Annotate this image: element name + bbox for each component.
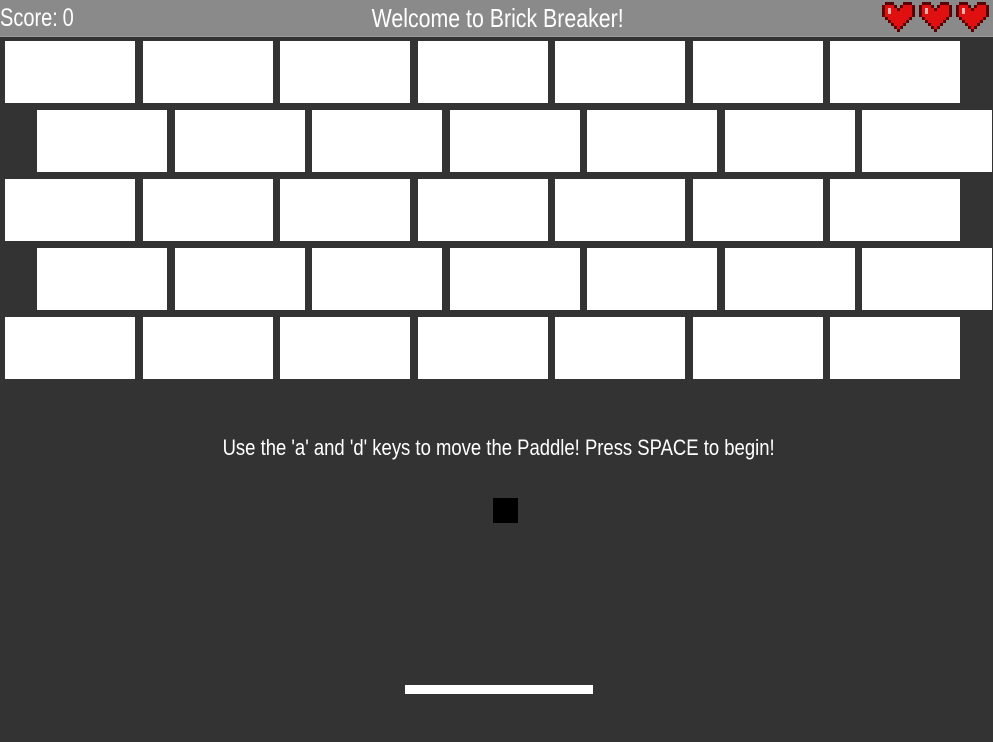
brick xyxy=(175,248,305,310)
brick xyxy=(693,41,823,103)
brick xyxy=(725,110,855,172)
brick xyxy=(5,41,135,103)
brick xyxy=(143,41,273,103)
brick xyxy=(830,317,960,379)
brick xyxy=(312,110,442,172)
brick xyxy=(555,317,685,379)
brick xyxy=(37,110,167,172)
brick xyxy=(450,110,580,172)
brick xyxy=(418,41,548,103)
brick xyxy=(418,179,548,241)
brick xyxy=(450,248,580,310)
brick xyxy=(418,317,548,379)
brick xyxy=(587,248,717,310)
brick xyxy=(725,248,855,310)
brick xyxy=(862,248,992,310)
instructions-text: Use the 'a' and 'd' keys to move the Pad… xyxy=(0,434,993,462)
brick xyxy=(830,179,960,241)
brick xyxy=(693,317,823,379)
brick xyxy=(830,41,960,103)
instructions-label: Use the 'a' and 'd' keys to move the Pad… xyxy=(222,435,776,460)
brick xyxy=(5,317,135,379)
ball xyxy=(493,498,518,523)
brick xyxy=(280,317,410,379)
game-canvas[interactable]: Score: 0 Welcome to Brick Breaker! Use th… xyxy=(0,0,993,742)
brick xyxy=(862,110,992,172)
brick xyxy=(37,248,167,310)
brick xyxy=(555,41,685,103)
brick xyxy=(175,110,305,172)
brick xyxy=(693,179,823,241)
brick xyxy=(143,179,273,241)
brick xyxy=(143,317,273,379)
brick xyxy=(280,179,410,241)
brick xyxy=(587,110,717,172)
brick xyxy=(555,179,685,241)
brick-wall xyxy=(0,0,993,400)
brick xyxy=(5,179,135,241)
brick xyxy=(280,41,410,103)
paddle[interactable] xyxy=(405,685,593,694)
brick xyxy=(312,248,442,310)
